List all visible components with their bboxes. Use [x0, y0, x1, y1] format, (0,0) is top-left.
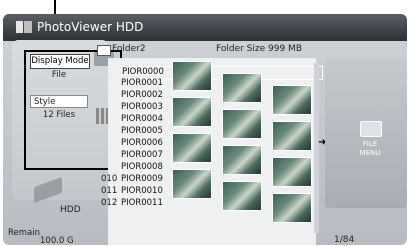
scrollbar[interactable] — [314, 63, 319, 233]
file-menu-label-2: MENU — [359, 149, 381, 157]
file-name: PIOR0002 — [121, 90, 163, 100]
thumbnail-image[interactable] — [222, 145, 262, 175]
display-mode-value: File — [51, 70, 67, 80]
file-name: PIOR0006 — [121, 138, 163, 148]
file-name: PIOR0008 — [121, 162, 163, 172]
thumbnail-image[interactable] — [172, 133, 212, 163]
file-index: 011 — [101, 186, 118, 196]
thumbnail-image[interactable] — [172, 61, 212, 91]
file-menu-label-1: FILE — [362, 140, 378, 148]
file-name: PIOR0004 — [121, 114, 163, 124]
thumbnail-image[interactable] — [272, 193, 312, 223]
thumbnail-image[interactable] — [222, 73, 262, 103]
folder-icon — [97, 45, 111, 56]
file-name: PIOR0010 — [121, 186, 163, 196]
thumbnail-image[interactable] — [272, 85, 312, 115]
file-menu-icon[interactable] — [360, 121, 382, 137]
file-name: PIOR0001 — [121, 78, 163, 88]
thumbnail-image[interactable] — [222, 109, 262, 139]
style-button[interactable]: Style — [30, 95, 88, 108]
folder-size: Folder Size 999 MB — [216, 44, 302, 54]
thumbnail-image[interactable] — [222, 181, 262, 211]
thumbnail-image[interactable] — [272, 157, 312, 187]
title-bar: PhotoViewer HDD — [3, 14, 407, 41]
file-index: 012 — [101, 198, 118, 208]
folder-name: Folder2 — [112, 44, 146, 54]
file-menu-button[interactable]: FILE MENU — [350, 140, 390, 158]
file-name: PIOR0007 — [121, 150, 163, 160]
file-name: PIOR0009 — [121, 174, 163, 184]
file-name: PIOR0011 — [121, 198, 163, 208]
remain-label: Remain — [8, 228, 40, 238]
style-value: 12 Files — [42, 110, 76, 120]
thumbnail-image[interactable] — [272, 121, 312, 151]
page-indicator: 1/84 — [334, 235, 355, 245]
thumbnail-image[interactable] — [172, 97, 212, 127]
file-name: PIOR0005 — [121, 126, 163, 136]
file-name: PIOR0000 — [122, 67, 164, 77]
photoviewer-icon — [16, 21, 32, 33]
window-title: PhotoViewer HDD — [37, 20, 144, 34]
thumbnail-image[interactable] — [172, 169, 212, 199]
storage-device: HDD — [60, 205, 81, 215]
display-mode-button[interactable]: Display Mode — [30, 54, 90, 69]
file-name: PIOR0003 — [121, 102, 163, 112]
file-index: 010 — [101, 174, 118, 184]
